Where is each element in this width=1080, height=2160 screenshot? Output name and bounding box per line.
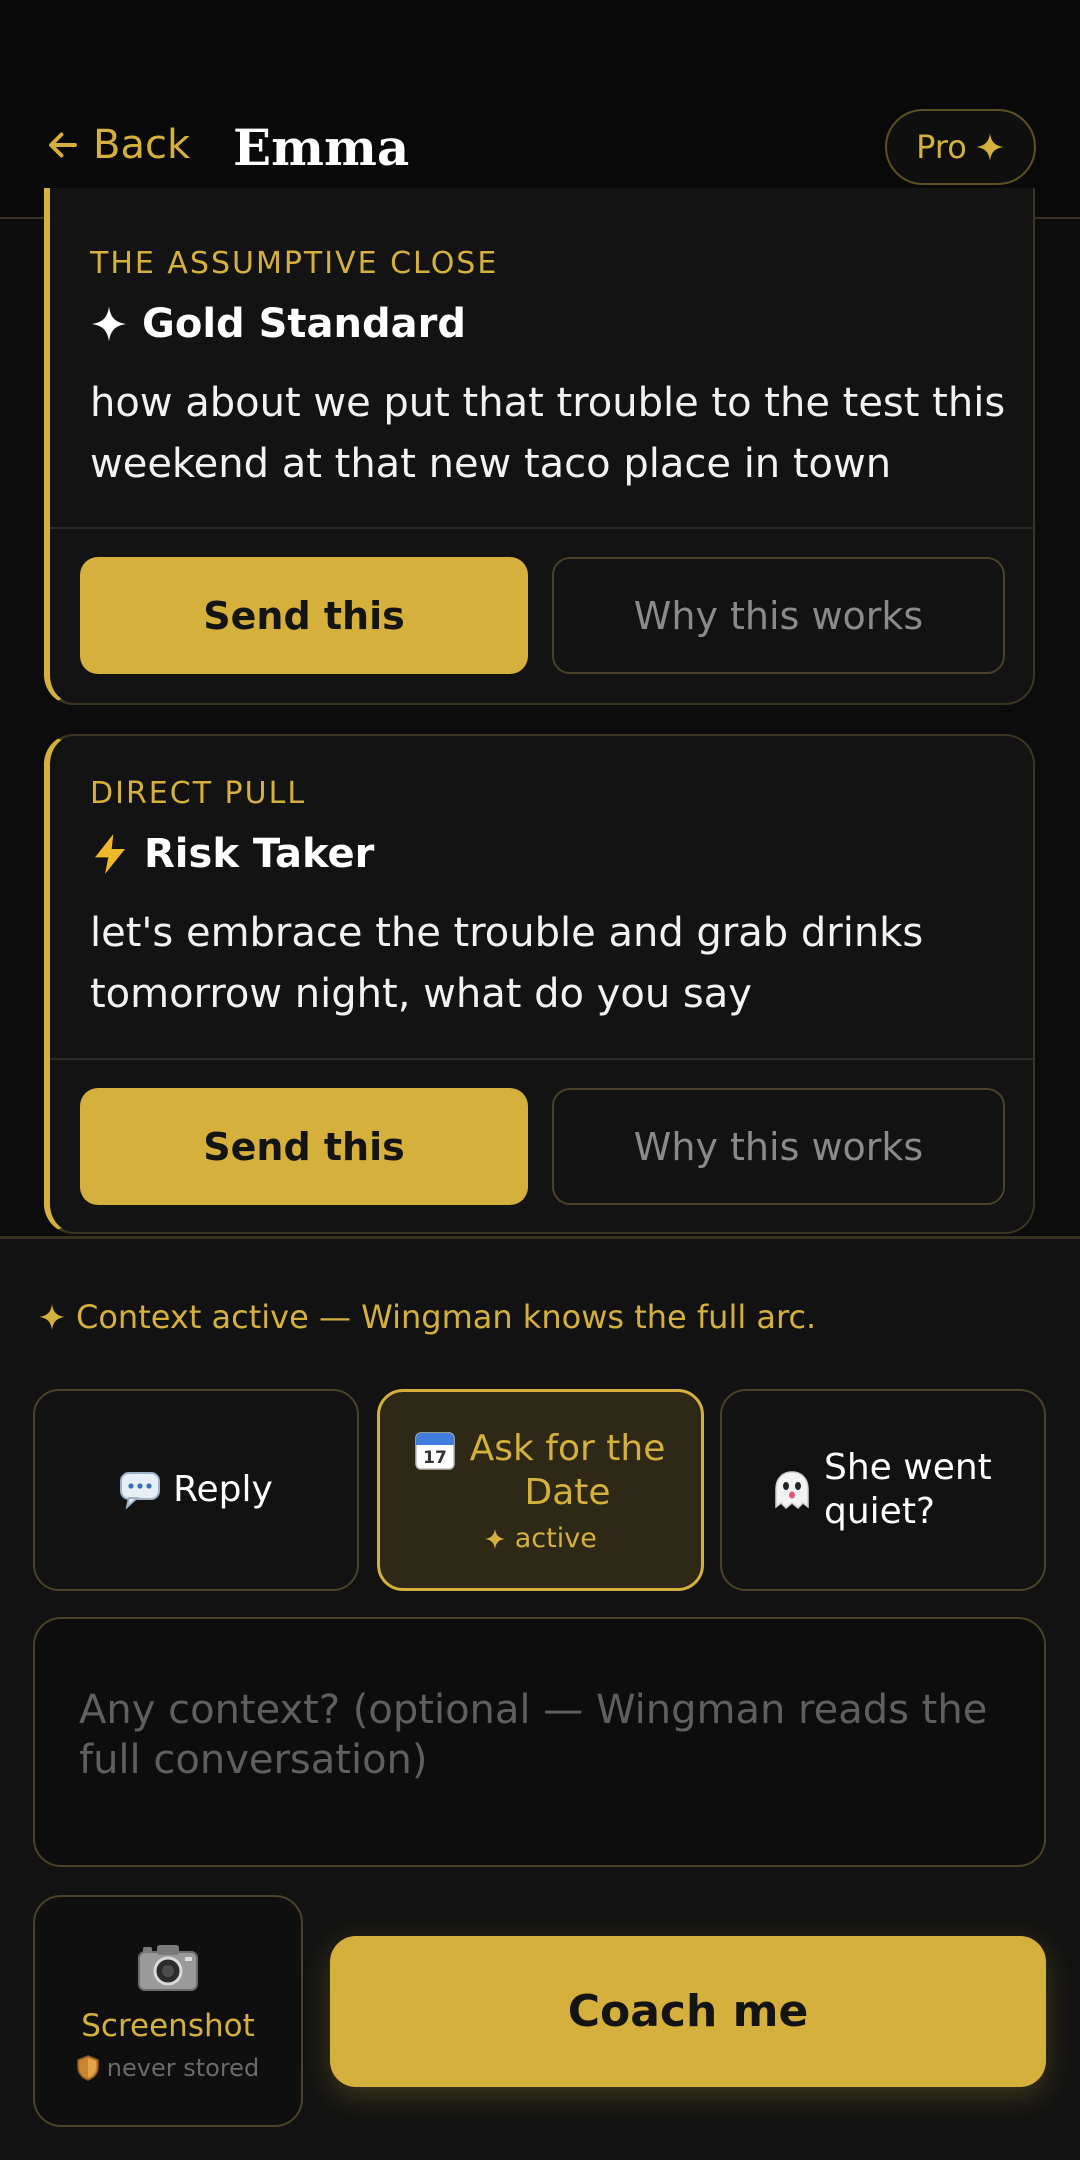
pro-badge-button[interactable]: Pro xyxy=(885,109,1036,185)
suggestion-text: let's embrace the trouble and grab drink… xyxy=(90,910,924,1017)
chip-sub-label: active xyxy=(514,1522,597,1554)
camera-icon xyxy=(138,1945,198,1991)
page-title: Emma xyxy=(233,118,410,177)
mode-chip-she-went-quiet[interactable]: She went quiet? xyxy=(720,1389,1046,1591)
header-bar: Back Emma Pro xyxy=(0,0,1080,219)
sparkle-icon xyxy=(976,133,1004,161)
coach-me-button[interactable]: Coach me xyxy=(330,1936,1046,2087)
card-divider xyxy=(50,1058,1033,1060)
sparkle-icon xyxy=(91,306,127,342)
card-category: DIRECT PULL xyxy=(90,776,307,811)
suggestion-card: DIRECT PULL Risk Taker let's embrace the… xyxy=(44,734,1035,1234)
lightning-icon xyxy=(95,834,125,874)
pro-label: Pro xyxy=(916,128,967,166)
privacy-note-text: never stored xyxy=(106,2054,260,2082)
context-placeholder: Any context? (optional — Wingman reads t… xyxy=(79,1687,988,1783)
shield-icon xyxy=(77,2055,99,2081)
why-this-works-button[interactable]: Why this works xyxy=(552,1088,1005,1205)
chip-label: Ask for the Date xyxy=(469,1427,666,1513)
sparkle-icon xyxy=(39,1304,65,1330)
calendar-icon: 17 xyxy=(414,1431,455,1470)
card-title: Gold Standard xyxy=(90,301,466,347)
ghost-icon xyxy=(775,1471,809,1510)
speech-bubble-icon xyxy=(120,1472,161,1509)
context-status-text: Context active — Wingman knows the full … xyxy=(76,1298,817,1336)
chip-label: She went quiet? xyxy=(824,1447,992,1532)
chip-label: Reply xyxy=(173,1469,273,1510)
send-this-button[interactable]: Send this xyxy=(80,1088,528,1205)
chip-active-status: active xyxy=(484,1523,597,1554)
context-input[interactable]: Any context? (optional — Wingman reads t… xyxy=(33,1617,1046,1867)
card-divider xyxy=(50,527,1033,529)
screenshot-label: Screenshot xyxy=(81,2008,255,2044)
card-name-label: Gold Standard xyxy=(142,301,466,347)
suggestion-text: how about we put that trouble to the tes… xyxy=(90,380,1006,487)
send-this-button[interactable]: Send this xyxy=(80,557,528,674)
suggestion-card: THE ASSUMPTIVE CLOSE Gold Standard how a… xyxy=(44,188,1035,705)
svg-text:17: 17 xyxy=(423,1448,447,1468)
coach-panel: Context active — Wingman knows the full … xyxy=(0,1236,1080,2160)
context-status: Context active — Wingman knows the full … xyxy=(38,1298,816,1336)
arrow-left-icon xyxy=(49,132,77,158)
back-label: Back xyxy=(93,122,191,168)
card-category: THE ASSUMPTIVE CLOSE xyxy=(90,246,499,281)
privacy-note: never stored xyxy=(77,2054,259,2082)
back-button[interactable]: Back xyxy=(45,122,190,168)
screenshot-button[interactable]: Screenshot never stored xyxy=(33,1895,303,2127)
mode-chip-ask-date[interactable]: 17 Ask for the Date active xyxy=(377,1389,704,1591)
sparkle-icon xyxy=(485,1528,506,1549)
mode-chip-reply[interactable]: Reply xyxy=(33,1389,359,1591)
card-name-label: Risk Taker xyxy=(144,831,375,877)
card-title: Risk Taker xyxy=(90,831,374,877)
why-this-works-button[interactable]: Why this works xyxy=(552,557,1005,674)
